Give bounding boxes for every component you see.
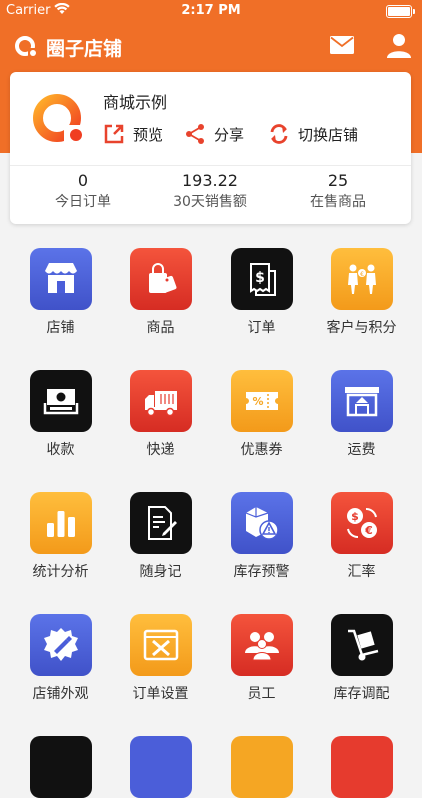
switch-shop-label: 切换店铺 bbox=[298, 125, 359, 144]
feature-label: 随身记 bbox=[139, 564, 182, 580]
app-logo-icon bbox=[15, 36, 38, 58]
feature-label: 运费 bbox=[347, 442, 376, 458]
warehouse-icon bbox=[330, 370, 393, 432]
partial-icon bbox=[29, 736, 92, 798]
stat-label: 30天销售额 bbox=[173, 194, 247, 210]
order-settings-icon bbox=[129, 614, 192, 676]
feature-staff[interactable]: 员工 bbox=[209, 614, 314, 703]
feature-exchange-rate[interactable]: $ € 汇率 bbox=[309, 492, 414, 581]
preview-button[interactable]: 预览 bbox=[103, 122, 163, 146]
shop-card: 商城示例 预览 分享 切换店铺 0 今日订单 193.22 30天销售额 25 … bbox=[10, 72, 411, 224]
external-link-icon bbox=[104, 124, 124, 144]
share-icon bbox=[186, 124, 204, 144]
stat-value: 25 bbox=[327, 171, 349, 190]
switch-icon bbox=[270, 124, 288, 144]
stat-value: 193.22 bbox=[182, 171, 238, 190]
battery-icon bbox=[386, 5, 415, 18]
truck-icon bbox=[129, 370, 192, 432]
stat-value: 0 bbox=[77, 171, 89, 190]
user-icon[interactable] bbox=[386, 32, 412, 58]
feature-coupons[interactable]: % 优惠券 bbox=[209, 370, 314, 459]
svg-text:€: € bbox=[364, 524, 373, 537]
stat-today-orders[interactable]: 0 今日订单 bbox=[16, 170, 150, 212]
feature-stock-alert[interactable]: 库存预警 bbox=[209, 492, 314, 581]
navbar: 圈子店铺 bbox=[0, 28, 422, 64]
stat-on-sale-items[interactable]: 25 在售商品 bbox=[271, 170, 405, 212]
feature-label: 店铺 bbox=[46, 320, 75, 336]
svg-text:$: $ bbox=[255, 270, 265, 286]
bar-chart-icon bbox=[29, 492, 92, 554]
feature-statistics[interactable]: 统计分析 bbox=[8, 492, 113, 581]
feature-label: 订单设置 bbox=[132, 686, 189, 702]
feature-partial[interactable] bbox=[108, 736, 213, 798]
hand-truck-icon bbox=[330, 614, 393, 676]
shopping-bag-icon bbox=[129, 248, 192, 310]
customers-icon: € bbox=[330, 248, 393, 310]
feature-stock-transfer[interactable]: 库存调配 bbox=[309, 614, 414, 703]
feature-label: 客户与积分 bbox=[326, 320, 397, 336]
page-title: 圈子店铺 bbox=[46, 38, 123, 60]
exchange-icon: $ € bbox=[330, 492, 393, 554]
coupon-icon: % bbox=[230, 370, 293, 432]
feature-label: 优惠券 bbox=[240, 442, 283, 458]
share-button[interactable]: 分享 bbox=[184, 122, 244, 146]
note-icon bbox=[129, 492, 192, 554]
preview-label: 预览 bbox=[133, 125, 164, 144]
feature-orders[interactable]: $ 订单 bbox=[209, 248, 314, 337]
mail-icon[interactable] bbox=[330, 36, 354, 54]
feature-label: 快递 bbox=[146, 442, 175, 458]
svg-text:€: € bbox=[360, 271, 364, 278]
stat-30day-sales[interactable]: 193.22 30天销售额 bbox=[143, 170, 277, 212]
staff-icon bbox=[230, 614, 293, 676]
share-label: 分享 bbox=[214, 125, 245, 144]
shop-name: 商城示例 bbox=[103, 93, 168, 112]
feature-label: 汇率 bbox=[347, 564, 376, 580]
feature-label: 订单 bbox=[247, 320, 276, 336]
card-divider bbox=[10, 165, 411, 166]
feature-label: 统计分析 bbox=[32, 564, 89, 580]
feature-appearance[interactable]: 店铺外观 bbox=[8, 614, 113, 703]
svg-text:$: $ bbox=[351, 510, 359, 523]
feature-payments[interactable]: 收款 bbox=[8, 370, 113, 459]
shop-logo-icon bbox=[33, 94, 88, 148]
feature-shipping-fee[interactable]: 运费 bbox=[309, 370, 414, 459]
feature-products[interactable]: 商品 bbox=[108, 248, 213, 337]
svg-text:%: % bbox=[252, 395, 263, 408]
stat-label: 在售商品 bbox=[310, 194, 366, 210]
feature-order-settings[interactable]: 订单设置 bbox=[108, 614, 213, 703]
feature-label: 商品 bbox=[146, 320, 175, 336]
appearance-icon bbox=[29, 614, 92, 676]
feature-store[interactable]: 店铺 bbox=[8, 248, 113, 337]
feature-partial[interactable] bbox=[8, 736, 113, 798]
feature-notes[interactable]: 随身记 bbox=[108, 492, 213, 581]
store-icon bbox=[29, 248, 92, 310]
status-bar: Carrier 2:17 PM bbox=[0, 0, 422, 22]
feature-label: 店铺外观 bbox=[32, 686, 89, 702]
feature-partial[interactable] bbox=[209, 736, 314, 798]
switch-shop-button[interactable]: 切换店铺 bbox=[268, 122, 358, 146]
cash-icon bbox=[29, 370, 92, 432]
feature-customers[interactable]: € 客户与积分 bbox=[309, 248, 414, 337]
feature-partial[interactable] bbox=[309, 736, 414, 798]
feature-label: 库存调配 bbox=[333, 686, 390, 702]
partial-icon bbox=[129, 736, 192, 798]
feature-label: 收款 bbox=[46, 442, 75, 458]
status-time: 2:17 PM bbox=[181, 3, 241, 18]
stock-alert-icon bbox=[230, 492, 293, 554]
stat-label: 今日订单 bbox=[55, 194, 111, 210]
partial-icon bbox=[230, 736, 293, 798]
partial-icon bbox=[330, 736, 393, 798]
feature-label: 员工 bbox=[247, 686, 276, 702]
feature-label: 库存预警 bbox=[233, 564, 290, 580]
feature-express[interactable]: 快递 bbox=[108, 370, 213, 459]
receipt-icon: $ bbox=[230, 248, 293, 310]
